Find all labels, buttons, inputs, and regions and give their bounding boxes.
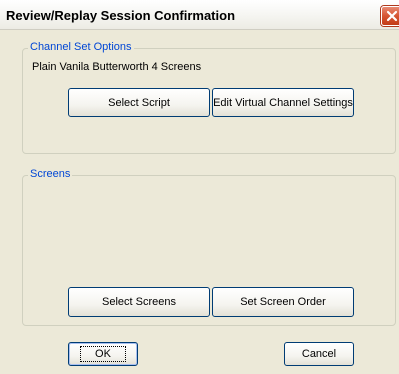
channel-set-options-label: Channel Set Options	[28, 41, 134, 53]
select-script-button[interactable]: Select Script	[68, 88, 210, 117]
cancel-button[interactable]: Cancel	[284, 342, 354, 366]
confirmation-dialog: Review/Replay Session Confirmation Chann…	[0, 0, 399, 374]
select-screens-button[interactable]: Select Screens	[68, 287, 210, 317]
ok-label: OK	[80, 346, 126, 362]
close-button[interactable]	[381, 6, 399, 26]
edit-virtual-channel-settings-button[interactable]: Edit Virtual Channel Settings	[212, 88, 354, 117]
set-screen-order-button[interactable]: Set Screen Order	[212, 287, 354, 317]
screens-label: Screens	[28, 168, 73, 180]
title-bar[interactable]: Review/Replay Session Confirmation	[0, 0, 399, 30]
window-title: Review/Replay Session Confirmation	[6, 8, 236, 23]
close-icon	[386, 10, 398, 22]
ok-button[interactable]: OK	[68, 342, 138, 366]
channel-set-name: Plain Vanila Butterworth 4 Screens	[32, 61, 202, 73]
